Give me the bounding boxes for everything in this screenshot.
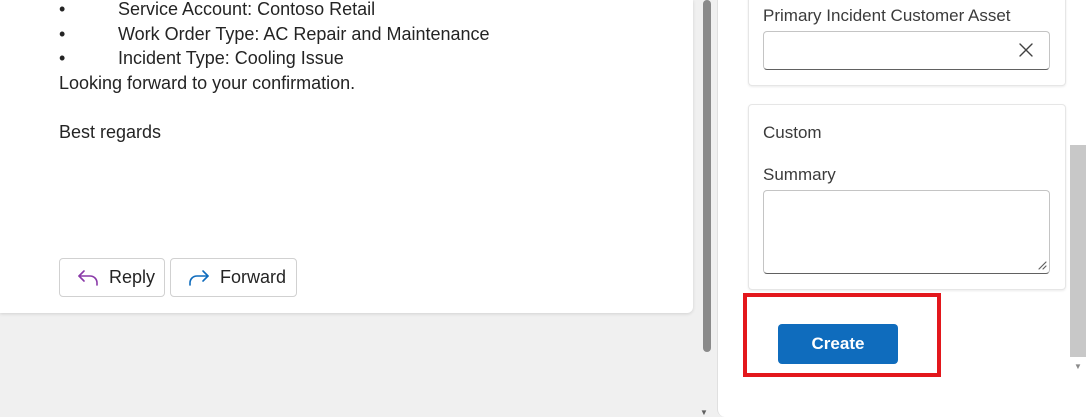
resize-grip-icon[interactable] bbox=[1036, 259, 1047, 270]
reply-button[interactable]: Reply bbox=[59, 258, 165, 297]
closing-line: Looking forward to your confirmation. bbox=[59, 72, 356, 93]
highlight-box bbox=[743, 293, 941, 377]
email-body: • Service Account: Contoso Retail • Work O… bbox=[59, 0, 490, 144]
reading-pane-scrollbar[interactable] bbox=[703, 0, 711, 352]
list-item: • Incident Type: Cooling Issue bbox=[59, 46, 490, 71]
list-item-text: Incident Type: Cooling Issue bbox=[118, 48, 344, 68]
primary-asset-input[interactable] bbox=[763, 31, 1050, 70]
list-item-text: Service Account: Contoso Retail bbox=[118, 0, 376, 19]
reply-label: Reply bbox=[109, 267, 156, 287]
forward-button[interactable]: Forward bbox=[170, 258, 297, 297]
list-item: • Work Order Type: AC Repair and Maintena… bbox=[59, 22, 490, 47]
bullet-icon: • bbox=[59, 48, 66, 68]
signoff: Best regards bbox=[59, 121, 162, 142]
summary-label: Summary bbox=[763, 165, 836, 184]
list-item-text: Work Order Type: AC Repair and Maintenan… bbox=[118, 23, 490, 44]
scroll-down-arrow-icon[interactable]: ▼ bbox=[1074, 362, 1082, 371]
details-list: • Service Account: Contoso Retail • Work O… bbox=[59, 0, 490, 71]
forward-label: Forward bbox=[220, 267, 287, 287]
close-icon[interactable] bbox=[1018, 42, 1034, 58]
reply-arrow-icon bbox=[78, 269, 98, 286]
scroll-down-arrow-icon[interactable]: ▼ bbox=[700, 408, 708, 417]
forward-arrow-icon bbox=[189, 269, 209, 286]
side-panel-scrollbar[interactable] bbox=[1070, 145, 1086, 357]
summary-textarea[interactable] bbox=[763, 190, 1050, 274]
custom-section-title: Custom bbox=[763, 123, 822, 142]
list-item: • Service Account: Contoso Retail bbox=[59, 0, 490, 22]
email-reading-pane: • Service Account: Contoso Retail • Work O… bbox=[0, 0, 693, 313]
bullet-icon: • bbox=[59, 0, 66, 19]
primary-asset-label: Primary Incident Customer Asset bbox=[763, 6, 1011, 25]
bullet-icon: • bbox=[59, 23, 66, 44]
